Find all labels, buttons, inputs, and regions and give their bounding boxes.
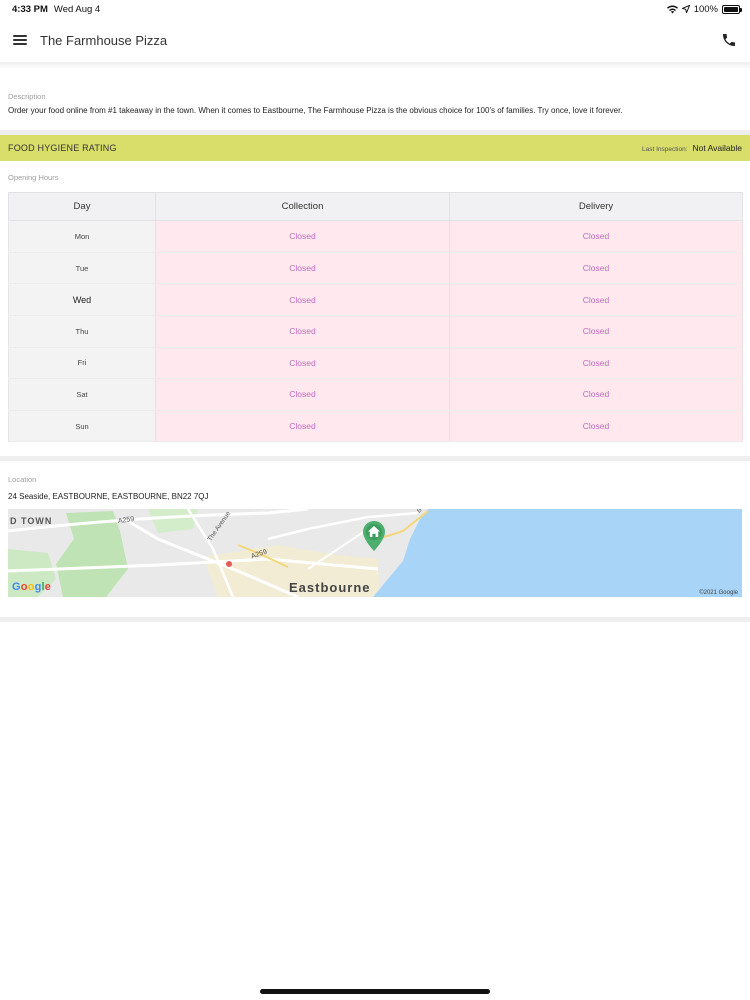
map-city-label: Eastbourne [289, 580, 371, 596]
table-row: Mon Closed Closed [8, 220, 743, 253]
location-label: Location [8, 475, 37, 485]
table-row: Fri Closed Closed [8, 347, 743, 380]
table-row: Thu Closed Closed [8, 315, 743, 348]
map-view[interactable]: D TOWN A259 The Avenue A259 B Eastbourne… [8, 509, 742, 598]
last-inspection-value: Not Available [692, 143, 742, 154]
description-text: Order your food online from #1 takeaway … [8, 106, 623, 115]
description-section: Description Order your food online from … [0, 68, 750, 130]
table-row: Wed Closed Closed [8, 283, 743, 316]
status-bar: 4:33 PM Wed Aug 4 100% [0, 0, 750, 18]
day-cell: Fri [8, 347, 156, 380]
wifi-icon [666, 5, 678, 13]
navbar: The Farmhouse Pizza [0, 18, 750, 62]
collection-cell: Closed [155, 283, 450, 316]
last-inspection-label: Last Inspection: [642, 146, 688, 154]
phone-icon[interactable] [721, 32, 737, 48]
collection-cell: Closed [155, 378, 450, 411]
table-row: Sat Closed Closed [8, 378, 743, 411]
opening-hours-table: Day Collection Delivery Mon Closed Close… [8, 192, 743, 443]
collection-cell: Closed [155, 220, 450, 253]
address-text: 24 Seaside, EASTBOURNE, EASTBOURNE, BN22… [8, 492, 209, 502]
battery-percent: 100% [693, 3, 718, 15]
location-section: Location 24 Seaside, EASTBOURNE, EASTBOU… [0, 461, 750, 607]
delivery-cell: Closed [449, 410, 743, 443]
description-label: Description [8, 92, 46, 101]
status-date: Wed Aug 4 [53, 3, 101, 15]
delivery-cell: Closed [449, 347, 743, 380]
table-header-row: Day Collection Delivery [8, 192, 743, 222]
delivery-cell: Closed [449, 220, 743, 253]
delivery-cell: Closed [449, 378, 743, 411]
map-copyright: ©2021 Google [699, 590, 738, 597]
location-arrow-icon [681, 5, 690, 13]
day-cell: Thu [8, 315, 156, 348]
day-cell: Sun [8, 410, 156, 443]
day-cell: Tue [8, 252, 156, 285]
map-town-label: D TOWN [10, 516, 53, 527]
table-row: Tue Closed Closed [8, 252, 743, 285]
collection-cell: Closed [155, 315, 450, 348]
table-row: Sun Closed Closed [8, 410, 743, 443]
header-collection: Collection [155, 192, 450, 222]
section-divider [0, 617, 750, 623]
home-indicator[interactable] [260, 989, 490, 994]
food-hygiene-bar: FOOD HYGIENE RATING Last Inspection: Not… [0, 135, 750, 162]
collection-cell: Closed [155, 347, 450, 380]
hamburger-menu-icon[interactable] [13, 35, 27, 45]
collection-cell: Closed [155, 252, 450, 285]
delivery-cell: Closed [449, 315, 743, 348]
collection-cell: Closed [155, 410, 450, 443]
status-time: 4:33 PM [12, 3, 48, 15]
opening-hours-section: Opening Hours Day Collection Delivery Mo… [0, 161, 750, 456]
day-cell-today: Wed [8, 283, 156, 316]
header-delivery: Delivery [449, 192, 743, 222]
battery-icon [722, 4, 742, 14]
google-logo: Google [12, 581, 52, 594]
page-title: The Farmhouse Pizza [40, 32, 168, 48]
delivery-cell: Closed [449, 283, 743, 316]
header-day: Day [8, 192, 156, 222]
day-cell: Mon [8, 220, 156, 253]
day-cell: Sat [8, 378, 156, 411]
hygiene-title: FOOD HYGIENE RATING [8, 143, 117, 154]
opening-hours-label: Opening Hours [8, 173, 59, 183]
delivery-cell: Closed [449, 252, 743, 285]
